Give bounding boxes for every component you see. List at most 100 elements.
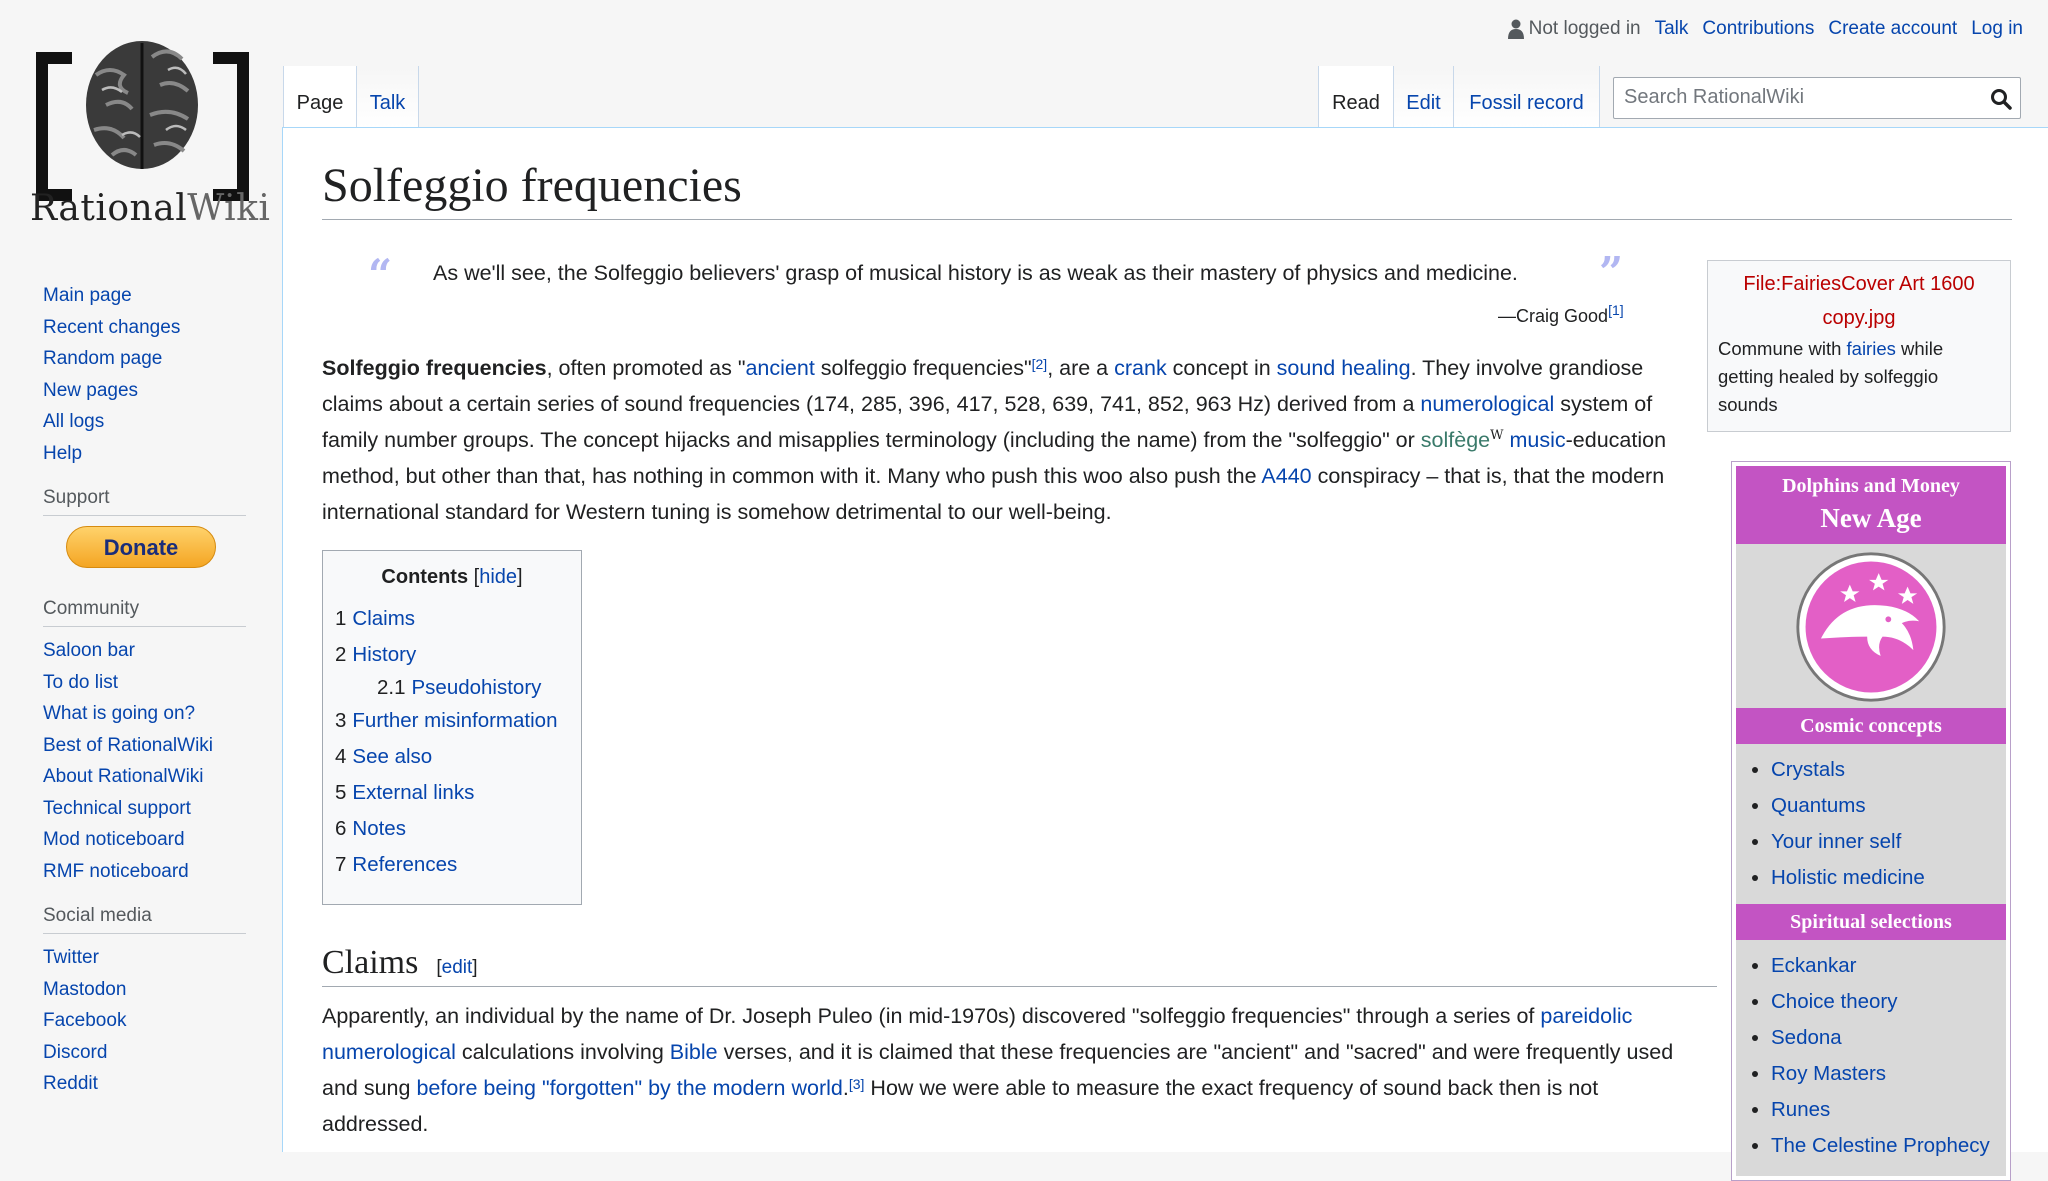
navbox-item[interactable]: Holistic medicine [1771,860,2006,896]
sidebar-link[interactable]: Technical support [43,798,191,819]
forgotten-link[interactable]: before being "forgotten" by the modern w… [416,1076,842,1100]
navbox-item[interactable]: Crystals [1771,752,2006,788]
toc-link[interactable]: History [352,643,416,666]
search-input[interactable] [1614,78,1984,116]
sidebar-item-technical-support[interactable]: Technical support [43,793,282,825]
file-link[interactable]: File:FairiesCover Art 1600 copy.jpg [1708,267,2010,335]
ancient-link[interactable]: ancient [745,356,814,380]
sidebar-link[interactable]: Random page [43,348,162,369]
navbox-item[interactable]: The Celestine Prophecy [1771,1128,2006,1164]
toc-link[interactable]: Pseudohistory [412,676,542,699]
sidebar-link[interactable]: Main page [43,285,132,306]
sidebar-item-facebook[interactable]: Facebook [43,1005,282,1037]
toc-link[interactable]: Claims [352,607,415,630]
crank-link[interactable]: crank [1114,356,1167,380]
sidebar-link[interactable]: Facebook [43,1010,126,1031]
bible-link[interactable]: Bible [670,1040,718,1064]
toc-item[interactable]: 7 References [335,847,581,883]
a440-link[interactable]: A440 [1261,464,1311,488]
donate-button[interactable]: Donate [66,526,216,568]
navbox-item[interactable]: Quantums [1771,788,2006,824]
toc-link[interactable]: Notes [352,817,406,840]
toc-item[interactable]: 5 External links [335,775,581,811]
log-in-link[interactable]: Log in [1971,18,2023,40]
tab-read[interactable]: Read [1318,66,1393,128]
toc-item[interactable]: 4 See also [335,739,581,775]
sidebar-item-rmf-noticeboard[interactable]: RMF noticeboard [43,856,282,888]
navbox-link[interactable]: Sedona [1771,1026,1842,1049]
toc-link[interactable]: References [352,853,457,876]
sidebar-link[interactable]: To do list [43,672,118,693]
sidebar-link[interactable]: Mastodon [43,979,126,1000]
sidebar-item-new-pages[interactable]: New pages [43,375,282,407]
sidebar-item-main-page[interactable]: Main page [43,280,282,312]
toc-item[interactable]: 2 History [335,637,581,673]
sidebar-item-mastodon[interactable]: Mastodon [43,974,282,1006]
sidebar-item-random-page[interactable]: Random page [43,343,282,375]
search-icon[interactable] [1990,88,2012,110]
navbox-item[interactable]: Your inner self [1771,824,2006,860]
tab-page[interactable]: Page [283,66,356,128]
sidebar-link[interactable]: Reddit [43,1073,98,1094]
sidebar-item-discord[interactable]: Discord [43,1037,282,1069]
sidebar-item-twitter[interactable]: Twitter [43,942,282,974]
pareidolic-link[interactable]: pareidolic [1540,1004,1632,1028]
toc-item[interactable]: 1 Claims [335,601,581,637]
reference-link[interactable]: [3] [849,1076,865,1092]
sound-healing-link[interactable]: sound healing [1277,356,1411,380]
toc-link[interactable]: Further misinformation [352,709,557,732]
tab-fossil-record[interactable]: Fossil record [1453,66,1600,128]
sidebar-link[interactable]: Mod noticeboard [43,829,185,850]
fairies-link[interactable]: fairies [1847,338,1896,359]
navbox-title[interactable]: New Age [1736,500,2006,536]
navbox-link[interactable]: Holistic medicine [1771,866,1925,889]
sidebar-item-reddit[interactable]: Reddit [43,1068,282,1100]
sidebar-link[interactable]: Twitter [43,947,99,968]
sidebar-item-recent-changes[interactable]: Recent changes [43,312,282,344]
navbox-supertitle[interactable]: Dolphins and Money [1736,472,2006,500]
sidebar-item-to-do-list[interactable]: To do list [43,667,282,699]
navbox-item[interactable]: Sedona [1771,1020,2006,1056]
sidebar-link[interactable]: Recent changes [43,317,180,338]
sidebar-item-saloon-bar[interactable]: Saloon bar [43,635,282,667]
sidebar-item-what-is-going-on[interactable]: What is going on? [43,698,282,730]
navbox-item[interactable]: Eckankar [1771,948,2006,984]
sidebar-item-about-rationalwiki[interactable]: About RationalWiki [43,761,282,793]
contributions-link[interactable]: Contributions [1702,18,1814,40]
navbox-link[interactable]: Eckankar [1771,954,1856,977]
reference-link[interactable]: [2] [1032,356,1048,372]
sidebar-link[interactable]: About RationalWiki [43,766,204,787]
navbox-link[interactable]: Choice theory [1771,990,1897,1013]
section-edit-link[interactable]: edit [442,957,473,978]
navbox-link[interactable]: Crystals [1771,758,1845,781]
site-logo[interactable]: RationalWiki [30,30,270,230]
sidebar-link[interactable]: New pages [43,380,138,401]
navbox-link[interactable]: Roy Masters [1771,1062,1886,1085]
talk-link[interactable]: Talk [1655,18,1689,40]
toc-item[interactable]: 3 Further misinformation [335,703,581,739]
navbox-item[interactable]: Runes [1771,1092,2006,1128]
toc-item[interactable]: 2.1 Pseudohistory [335,673,581,703]
tab-talk-label[interactable]: Talk [370,92,406,114]
sidebar-item-best-of-rationalwiki[interactable]: Best of RationalWiki [43,730,282,762]
sidebar-link[interactable]: Saloon bar [43,640,135,661]
toc-link[interactable]: See also [352,745,432,768]
navbox-link[interactable]: Quantums [1771,794,1866,817]
navbox-item[interactable]: Roy Masters [1771,1056,2006,1092]
tab-fossil-record-label[interactable]: Fossil record [1469,92,1583,114]
toc-link[interactable]: External links [352,781,474,804]
sidebar-item-help[interactable]: Help [43,438,282,470]
sidebar-link[interactable]: RMF noticeboard [43,861,189,882]
sidebar-item-all-logs[interactable]: All logs [43,406,282,438]
sidebar-link[interactable]: All logs [43,411,104,432]
tab-edit-label[interactable]: Edit [1406,92,1440,114]
sidebar-link[interactable]: Help [43,443,82,464]
numerological-link[interactable]: numerological [322,1040,456,1064]
navbox-link[interactable]: Runes [1771,1098,1830,1121]
create-account-link[interactable]: Create account [1828,18,1957,40]
sidebar-item-mod-noticeboard[interactable]: Mod noticeboard [43,824,282,856]
sidebar-link[interactable]: Discord [43,1042,107,1063]
tab-talk[interactable]: Talk [356,66,419,128]
toc-item[interactable]: 6 Notes [335,811,581,847]
tab-edit[interactable]: Edit [1393,66,1453,128]
